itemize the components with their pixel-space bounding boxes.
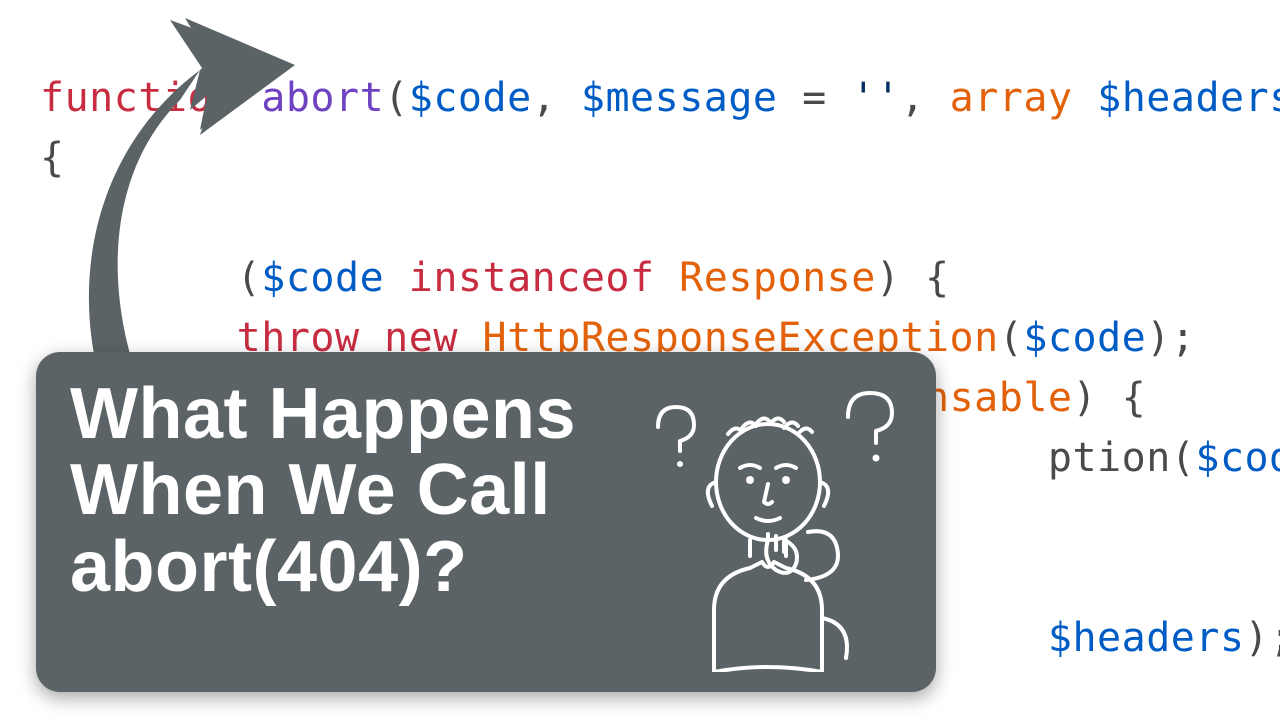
stage: function abort($code, $message = '', arr… bbox=[0, 0, 1280, 720]
keyword-function: function bbox=[40, 75, 237, 121]
paren-open: ( bbox=[384, 75, 409, 121]
var-code: $code bbox=[1023, 315, 1146, 361]
type-array: array bbox=[950, 75, 1073, 121]
caption-line-1: What Happens bbox=[70, 376, 636, 452]
caption-panel: What Happens When We Call abort(404)? bbox=[36, 352, 936, 692]
caption-title: What Happens When We Call abort(404)? bbox=[70, 376, 636, 605]
keyword-instanceof: instanceof bbox=[384, 255, 679, 301]
thinking-person-icon bbox=[618, 372, 918, 672]
caption-line-3: abort(404)? bbox=[70, 529, 636, 605]
cut-word-ption: ption( bbox=[1048, 435, 1196, 481]
brace-open: { bbox=[40, 135, 65, 181]
param-code: $code bbox=[409, 75, 532, 121]
function-name: abort bbox=[261, 75, 384, 121]
param-message: $message bbox=[581, 75, 778, 121]
param-headers: $headers bbox=[1073, 75, 1280, 121]
var-code: $code bbox=[1195, 435, 1280, 481]
class-response: Response bbox=[679, 255, 876, 301]
caption-line-2: When We Call bbox=[70, 452, 636, 528]
var-headers: $headers bbox=[1048, 615, 1245, 661]
var-code: $code bbox=[261, 255, 384, 301]
string-empty: '' bbox=[851, 75, 900, 121]
